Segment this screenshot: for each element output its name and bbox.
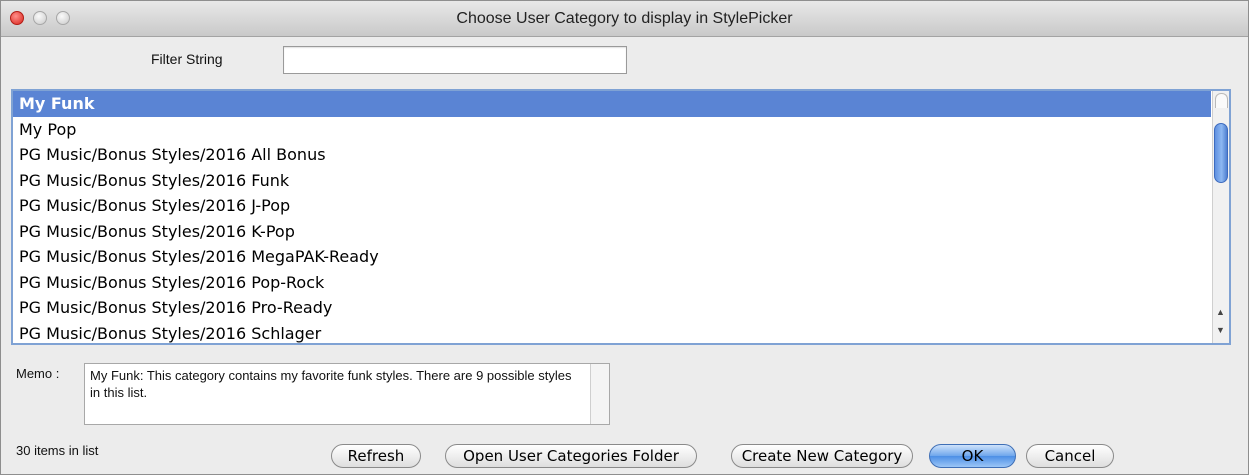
memo-text: My Funk: This category contains my favor…	[90, 368, 572, 400]
list-item[interactable]: My Pop	[13, 117, 1211, 143]
ok-button[interactable]: OK	[929, 444, 1016, 468]
scroll-thumb[interactable]	[1214, 123, 1228, 183]
list-item[interactable]: PG Music/Bonus Styles/2016 Pop-Rock	[13, 270, 1211, 296]
filter-string-label: Filter String	[151, 51, 223, 67]
cancel-button[interactable]: Cancel	[1026, 444, 1114, 468]
refresh-button[interactable]: Refresh	[331, 444, 421, 468]
title-bar[interactable]: Choose User Category to display in Style…	[1, 1, 1248, 37]
list-item[interactable]: PG Music/Bonus Styles/2016 K-Pop	[13, 219, 1211, 245]
category-list-items: My Funk My Pop PG Music/Bonus Styles/201…	[13, 91, 1211, 344]
list-item[interactable]: PG Music/Bonus Styles/2016 MegaPAK-Ready	[13, 244, 1211, 270]
memo-scrollbar[interactable]	[590, 364, 609, 424]
create-new-category-button[interactable]: Create New Category	[731, 444, 913, 468]
list-item[interactable]: PG Music/Bonus Styles/2016 J-Pop	[13, 193, 1211, 219]
list-item[interactable]: My Funk	[13, 91, 1211, 117]
items-count-label: 30 items in list	[16, 443, 99, 458]
scroll-down-arrow-icon[interactable]: ▼	[1215, 323, 1226, 337]
list-item[interactable]: PG Music/Bonus Styles/2016 Schlager	[13, 321, 1211, 344]
list-item[interactable]: PG Music/Bonus Styles/2016 All Bonus	[13, 142, 1211, 168]
memo-textarea[interactable]: My Funk: This category contains my favor…	[84, 363, 610, 425]
open-user-categories-folder-button[interactable]: Open User Categories Folder	[445, 444, 697, 468]
window-title: Choose User Category to display in Style…	[456, 10, 793, 27]
memo-label: Memo :	[16, 366, 60, 381]
list-scrollbar[interactable]: ▲ ▼	[1212, 91, 1229, 343]
dialog-window: Choose User Category to display in Style…	[0, 0, 1249, 475]
category-list[interactable]: My Funk My Pop PG Music/Bonus Styles/201…	[11, 89, 1231, 345]
list-item[interactable]: PG Music/Bonus Styles/2016 Pro-Ready	[13, 295, 1211, 321]
list-item[interactable]: PG Music/Bonus Styles/2016 Funk	[13, 168, 1211, 194]
scroll-track-cap	[1215, 93, 1228, 108]
filter-string-input[interactable]	[283, 46, 627, 74]
scroll-up-arrow-icon[interactable]: ▲	[1215, 305, 1226, 319]
